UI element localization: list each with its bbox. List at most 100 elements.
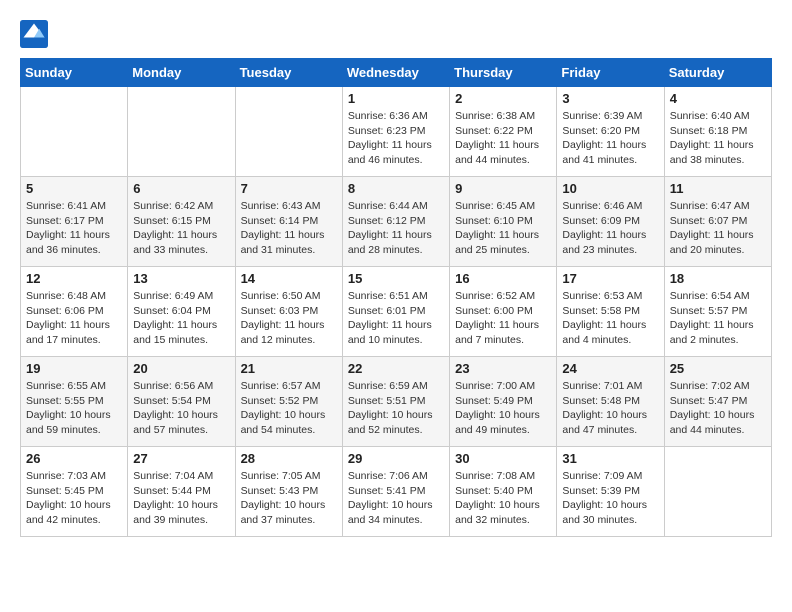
day-number: 2 xyxy=(455,91,551,106)
day-info: Sunrise: 6:42 AM Sunset: 6:15 PM Dayligh… xyxy=(133,199,229,258)
day-info: Sunrise: 6:36 AM Sunset: 6:23 PM Dayligh… xyxy=(348,109,444,168)
day-number: 16 xyxy=(455,271,551,286)
page-header xyxy=(20,20,772,48)
day-number: 28 xyxy=(241,451,337,466)
logo xyxy=(20,20,51,48)
calendar-day-cell: 2 Sunrise: 6:38 AM Sunset: 6:22 PM Daylig… xyxy=(450,87,557,177)
calendar-day-cell: 19 Sunrise: 6:55 AM Sunset: 5:55 PM Dayli… xyxy=(21,357,128,447)
day-info: Sunrise: 6:50 AM Sunset: 6:03 PM Dayligh… xyxy=(241,289,337,348)
day-number: 19 xyxy=(26,361,122,376)
day-number: 6 xyxy=(133,181,229,196)
day-number: 3 xyxy=(562,91,658,106)
day-info: Sunrise: 7:01 AM Sunset: 5:48 PM Dayligh… xyxy=(562,379,658,438)
day-number: 8 xyxy=(348,181,444,196)
calendar-day-cell: 26Sunrise: 7:03 AM Sunset: 5:45 PM Dayli… xyxy=(21,447,128,537)
day-number: 29 xyxy=(348,451,444,466)
day-info: Sunrise: 6:51 AM Sunset: 6:01 PM Dayligh… xyxy=(348,289,444,348)
day-info: Sunrise: 6:55 AM Sunset: 5:55 PM Dayligh… xyxy=(26,379,122,438)
calendar-day-cell: 10 Sunrise: 6:46 AM Sunset: 6:09 PM Dayli… xyxy=(557,177,664,267)
day-number: 21 xyxy=(241,361,337,376)
day-info: Sunrise: 7:00 AM Sunset: 5:49 PM Dayligh… xyxy=(455,379,551,438)
day-number: 5 xyxy=(26,181,122,196)
calendar-week-row: 12 Sunrise: 6:48 AM Sunset: 6:06 PM Dayli… xyxy=(21,267,772,357)
empty-day-cell xyxy=(664,447,771,537)
day-info: Sunrise: 6:44 AM Sunset: 6:12 PM Dayligh… xyxy=(348,199,444,258)
day-info: Sunrise: 6:48 AM Sunset: 6:06 PM Dayligh… xyxy=(26,289,122,348)
day-number: 15 xyxy=(348,271,444,286)
day-info: Sunrise: 6:40 AM Sunset: 6:18 PM Dayligh… xyxy=(670,109,766,168)
calendar-day-cell: 22 Sunrise: 6:59 AM Sunset: 5:51 PM Dayli… xyxy=(342,357,449,447)
day-number: 11 xyxy=(670,181,766,196)
day-number: 13 xyxy=(133,271,229,286)
calendar-day-cell: 20 Sunrise: 6:56 AM Sunset: 5:54 PM Dayli… xyxy=(128,357,235,447)
day-info: Sunrise: 6:39 AM Sunset: 6:20 PM Dayligh… xyxy=(562,109,658,168)
day-number: 18 xyxy=(670,271,766,286)
day-number: 12 xyxy=(26,271,122,286)
weekday-header-friday: Friday xyxy=(557,59,664,87)
day-number: 30 xyxy=(455,451,551,466)
day-number: 22 xyxy=(348,361,444,376)
day-number: 10 xyxy=(562,181,658,196)
day-info: Sunrise: 6:53 AM Sunset: 5:58 PM Dayligh… xyxy=(562,289,658,348)
day-info: Sunrise: 6:49 AM Sunset: 6:04 PM Dayligh… xyxy=(133,289,229,348)
day-info: Sunrise: 6:57 AM Sunset: 5:52 PM Dayligh… xyxy=(241,379,337,438)
calendar-day-cell: 28Sunrise: 7:05 AM Sunset: 5:43 PM Dayli… xyxy=(235,447,342,537)
calendar-day-cell: 31 Sunrise: 7:09 AM Sunset: 5:39 PM Dayli… xyxy=(557,447,664,537)
day-info: Sunrise: 6:43 AM Sunset: 6:14 PM Dayligh… xyxy=(241,199,337,258)
calendar-day-cell: 16 Sunrise: 6:52 AM Sunset: 6:00 PM Dayli… xyxy=(450,267,557,357)
weekday-header-monday: Monday xyxy=(128,59,235,87)
weekday-header-sunday: Sunday xyxy=(21,59,128,87)
day-info: Sunrise: 7:06 AM Sunset: 5:41 PM Dayligh… xyxy=(348,469,444,528)
day-info: Sunrise: 7:09 AM Sunset: 5:39 PM Dayligh… xyxy=(562,469,658,528)
calendar-day-cell: 6 Sunrise: 6:42 AM Sunset: 6:15 PM Daylig… xyxy=(128,177,235,267)
calendar-day-cell: 11 Sunrise: 6:47 AM Sunset: 6:07 PM Dayli… xyxy=(664,177,771,267)
day-info: Sunrise: 6:52 AM Sunset: 6:00 PM Dayligh… xyxy=(455,289,551,348)
calendar-day-cell: 21 Sunrise: 6:57 AM Sunset: 5:52 PM Dayli… xyxy=(235,357,342,447)
calendar-day-cell: 27 Sunrise: 7:04 AM Sunset: 5:44 PM Dayli… xyxy=(128,447,235,537)
calendar-day-cell: 1Sunrise: 6:36 AM Sunset: 6:23 PM Daylig… xyxy=(342,87,449,177)
calendar-day-cell: 30 Sunrise: 7:08 AM Sunset: 5:40 PM Dayli… xyxy=(450,447,557,537)
calendar-day-cell: 7 Sunrise: 6:43 AM Sunset: 6:14 PM Daylig… xyxy=(235,177,342,267)
day-number: 7 xyxy=(241,181,337,196)
calendar-day-cell: 9 Sunrise: 6:45 AM Sunset: 6:10 PM Daylig… xyxy=(450,177,557,267)
day-number: 31 xyxy=(562,451,658,466)
calendar-day-cell: 3 Sunrise: 6:39 AM Sunset: 6:20 PM Daylig… xyxy=(557,87,664,177)
day-info: Sunrise: 6:46 AM Sunset: 6:09 PM Dayligh… xyxy=(562,199,658,258)
calendar-day-cell: 4Sunrise: 6:40 AM Sunset: 6:18 PM Daylig… xyxy=(664,87,771,177)
day-number: 17 xyxy=(562,271,658,286)
day-number: 27 xyxy=(133,451,229,466)
weekday-header-wednesday: Wednesday xyxy=(342,59,449,87)
day-info: Sunrise: 7:08 AM Sunset: 5:40 PM Dayligh… xyxy=(455,469,551,528)
day-number: 9 xyxy=(455,181,551,196)
calendar-day-cell: 18 Sunrise: 6:54 AM Sunset: 5:57 PM Dayli… xyxy=(664,267,771,357)
weekday-header-tuesday: Tuesday xyxy=(235,59,342,87)
calendar-day-cell: 23 Sunrise: 7:00 AM Sunset: 5:49 PM Dayli… xyxy=(450,357,557,447)
logo-icon xyxy=(20,20,48,48)
day-info: Sunrise: 6:41 AM Sunset: 6:17 PM Dayligh… xyxy=(26,199,122,258)
day-info: Sunrise: 6:56 AM Sunset: 5:54 PM Dayligh… xyxy=(133,379,229,438)
calendar-day-cell: 12 Sunrise: 6:48 AM Sunset: 6:06 PM Dayli… xyxy=(21,267,128,357)
calendar-day-cell: 24Sunrise: 7:01 AM Sunset: 5:48 PM Dayli… xyxy=(557,357,664,447)
weekday-header-saturday: Saturday xyxy=(664,59,771,87)
day-info: Sunrise: 7:02 AM Sunset: 5:47 PM Dayligh… xyxy=(670,379,766,438)
day-number: 20 xyxy=(133,361,229,376)
calendar-table: SundayMondayTuesdayWednesdayThursdayFrid… xyxy=(20,58,772,537)
day-info: Sunrise: 6:59 AM Sunset: 5:51 PM Dayligh… xyxy=(348,379,444,438)
calendar-day-cell: 15 Sunrise: 6:51 AM Sunset: 6:01 PM Dayli… xyxy=(342,267,449,357)
empty-day-cell xyxy=(21,87,128,177)
calendar-week-row: 26Sunrise: 7:03 AM Sunset: 5:45 PM Dayli… xyxy=(21,447,772,537)
day-info: Sunrise: 6:45 AM Sunset: 6:10 PM Dayligh… xyxy=(455,199,551,258)
day-number: 23 xyxy=(455,361,551,376)
day-number: 14 xyxy=(241,271,337,286)
calendar-week-row: 1Sunrise: 6:36 AM Sunset: 6:23 PM Daylig… xyxy=(21,87,772,177)
calendar-day-cell: 8 Sunrise: 6:44 AM Sunset: 6:12 PM Daylig… xyxy=(342,177,449,267)
day-number: 26 xyxy=(26,451,122,466)
calendar-day-cell: 14 Sunrise: 6:50 AM Sunset: 6:03 PM Dayli… xyxy=(235,267,342,357)
day-info: Sunrise: 6:54 AM Sunset: 5:57 PM Dayligh… xyxy=(670,289,766,348)
calendar-day-cell: 29 Sunrise: 7:06 AM Sunset: 5:41 PM Dayli… xyxy=(342,447,449,537)
day-info: Sunrise: 6:47 AM Sunset: 6:07 PM Dayligh… xyxy=(670,199,766,258)
calendar-day-cell: 25Sunrise: 7:02 AM Sunset: 5:47 PM Dayli… xyxy=(664,357,771,447)
day-info: Sunrise: 7:04 AM Sunset: 5:44 PM Dayligh… xyxy=(133,469,229,528)
day-info: Sunrise: 6:38 AM Sunset: 6:22 PM Dayligh… xyxy=(455,109,551,168)
empty-day-cell xyxy=(235,87,342,177)
